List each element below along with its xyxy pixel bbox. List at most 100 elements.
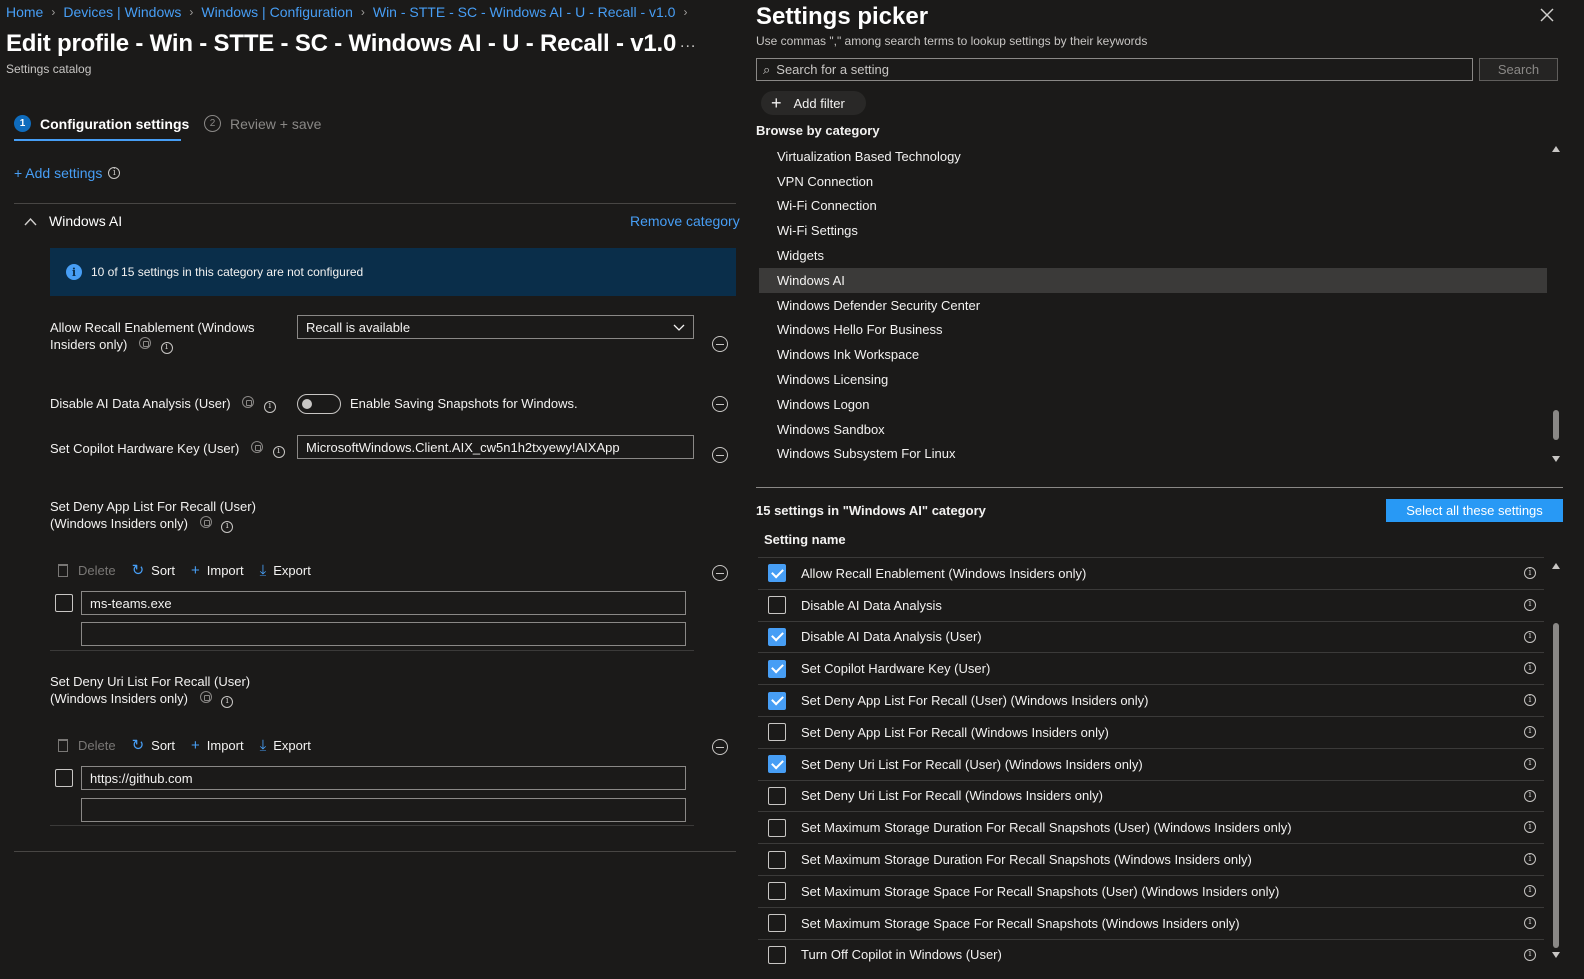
- copy-icon[interactable]: [199, 691, 212, 703]
- table-row[interactable]: Set Maximum Storage Space For Recall Sna…: [758, 906, 1544, 939]
- row-checkbox[interactable]: [55, 594, 73, 612]
- setting-checkbox[interactable]: [768, 723, 786, 742]
- scroll-thumb[interactable]: [1553, 623, 1559, 948]
- add-settings-link[interactable]: + Add settings i: [14, 165, 121, 181]
- category-item[interactable]: Windows Subsystem For Linux: [759, 442, 1547, 467]
- info-icon[interactable]: i: [1524, 853, 1536, 866]
- category-item[interactable]: Windows Logon: [759, 392, 1547, 417]
- disable-ai-toggle[interactable]: [297, 394, 341, 414]
- settings-scrollbar[interactable]: [1551, 563, 1561, 963]
- copy-icon[interactable]: [199, 516, 212, 528]
- category-item[interactable]: VPN Connection: [759, 169, 1547, 194]
- category-item[interactable]: Windows Ink Workspace: [759, 342, 1547, 367]
- deny-app-item-input[interactable]: ms-teams.exe: [81, 591, 686, 615]
- add-filter-button[interactable]: + Add filter: [761, 91, 866, 115]
- table-row[interactable]: Set Maximum Storage Space For Recall Sna…: [758, 874, 1544, 907]
- info-icon[interactable]: i: [1524, 725, 1536, 738]
- info-icon[interactable]: i: [1524, 662, 1536, 675]
- close-icon[interactable]: [1540, 8, 1554, 27]
- setting-checkbox[interactable]: [768, 627, 786, 646]
- breadcrumb-profile[interactable]: Win - STTE - SC - Windows AI - U - Recal…: [373, 4, 676, 20]
- table-row[interactable]: Set Deny App List For Recall (User) (Win…: [758, 684, 1544, 716]
- setting-checkbox[interactable]: [768, 755, 786, 774]
- select-all-button[interactable]: Select all these settings: [1386, 499, 1563, 522]
- table-row[interactable]: Set Maximum Storage Duration For Recall …: [758, 811, 1544, 843]
- category-item[interactable]: Windows Licensing: [759, 367, 1547, 392]
- remove-setting-button[interactable]: [712, 447, 728, 463]
- category-item[interactable]: Wi-Fi Settings: [759, 218, 1547, 243]
- info-icon[interactable]: i: [1524, 821, 1536, 834]
- collapse-chevron-icon[interactable]: [24, 213, 37, 229]
- setting-checkbox[interactable]: [768, 882, 786, 901]
- info-icon[interactable]: i: [1524, 789, 1536, 802]
- delete-button[interactable]: Delete: [58, 738, 116, 753]
- remove-setting-button[interactable]: [712, 396, 728, 412]
- export-button[interactable]: ⤓ Export: [260, 737, 311, 754]
- wizard-step-review[interactable]: 2 Review + save: [204, 115, 321, 132]
- setting-checkbox[interactable]: [768, 818, 786, 837]
- category-item[interactable]: Wi-Fi Connection: [759, 194, 1547, 219]
- setting-checkbox[interactable]: [768, 945, 786, 964]
- info-icon[interactable]: i: [263, 400, 276, 413]
- info-icon[interactable]: i: [1524, 948, 1536, 961]
- category-title[interactable]: Windows AI: [49, 213, 122, 229]
- info-icon[interactable]: i: [221, 695, 234, 708]
- import-button[interactable]: + Import: [191, 737, 244, 754]
- category-item[interactable]: Widgets: [759, 243, 1547, 268]
- category-item[interactable]: Windows Hello For Business: [759, 318, 1547, 343]
- setting-checkbox[interactable]: [768, 659, 786, 678]
- setting-checkbox[interactable]: [768, 914, 786, 933]
- info-icon[interactable]: i: [108, 167, 121, 179]
- info-icon[interactable]: i: [1524, 567, 1536, 579]
- category-item[interactable]: Virtualization Based Technology: [759, 144, 1547, 169]
- info-icon[interactable]: i: [272, 445, 285, 458]
- scroll-up-icon[interactable]: [1552, 146, 1560, 152]
- setting-checkbox[interactable]: [768, 786, 786, 805]
- deny-uri-item-input[interactable]: https://github.com: [81, 766, 686, 790]
- table-row[interactable]: Disable AI Data Analysis (User) i: [758, 620, 1544, 653]
- remove-setting-button[interactable]: [712, 336, 728, 352]
- info-icon[interactable]: i: [221, 520, 234, 533]
- copy-icon[interactable]: [242, 396, 255, 408]
- wizard-step-configuration[interactable]: 1 Configuration settings: [14, 115, 189, 132]
- copilot-key-input[interactable]: MicrosoftWindows.Client.AIX_cw5n1h2txyew…: [297, 435, 694, 459]
- category-item[interactable]: Windows Defender Security Center: [759, 293, 1547, 318]
- category-item[interactable]: Windows AI: [759, 267, 1547, 293]
- scroll-down-icon[interactable]: [1552, 456, 1560, 462]
- search-button[interactable]: Search: [1479, 58, 1558, 81]
- table-row[interactable]: Turn Off Copilot in Windows (User) i: [758, 938, 1544, 971]
- delete-button[interactable]: Delete: [58, 563, 116, 578]
- copy-icon[interactable]: [138, 337, 151, 349]
- scroll-thumb[interactable]: [1553, 410, 1559, 440]
- info-icon[interactable]: i: [1524, 630, 1536, 643]
- import-button[interactable]: + Import: [191, 562, 244, 579]
- setting-checkbox[interactable]: [768, 850, 786, 869]
- info-icon[interactable]: i: [1524, 916, 1536, 929]
- setting-checkbox[interactable]: [768, 691, 786, 710]
- export-button[interactable]: ⤓ Export: [260, 562, 311, 579]
- info-icon[interactable]: i: [1524, 694, 1536, 707]
- more-options-button[interactable]: ...: [680, 34, 696, 52]
- add-settings-label[interactable]: + Add settings: [14, 165, 102, 181]
- category-scrollbar[interactable]: [1551, 146, 1561, 468]
- table-row[interactable]: Allow Recall Enablement (Windows Insider…: [758, 557, 1544, 589]
- sort-button[interactable]: ↻ Sort: [132, 561, 175, 579]
- remove-setting-button[interactable]: [712, 565, 728, 581]
- info-icon[interactable]: i: [160, 341, 173, 354]
- table-row[interactable]: Set Deny Uri List For Recall (User) (Win…: [758, 747, 1544, 780]
- copy-icon[interactable]: [250, 441, 263, 453]
- breadcrumb-home[interactable]: Home: [6, 4, 43, 20]
- column-header-setting-name[interactable]: Setting name: [764, 532, 846, 547]
- breadcrumb-windows-configuration[interactable]: Windows | Configuration: [201, 4, 352, 20]
- info-icon[interactable]: i: [1524, 598, 1536, 611]
- table-row[interactable]: Set Maximum Storage Duration For Recall …: [758, 843, 1544, 875]
- scroll-down-icon[interactable]: [1552, 952, 1560, 958]
- deny-uri-new-item-input[interactable]: [81, 798, 686, 822]
- sort-button[interactable]: ↻ Sort: [132, 736, 175, 754]
- scroll-up-icon[interactable]: [1552, 563, 1560, 569]
- info-icon[interactable]: i: [1524, 884, 1536, 897]
- setting-checkbox[interactable]: [768, 564, 786, 583]
- search-input[interactable]: ⌕ Search for a setting: [756, 58, 1473, 81]
- info-icon[interactable]: i: [1524, 757, 1536, 770]
- table-row[interactable]: Set Copilot Hardware Key (User) i: [758, 652, 1544, 684]
